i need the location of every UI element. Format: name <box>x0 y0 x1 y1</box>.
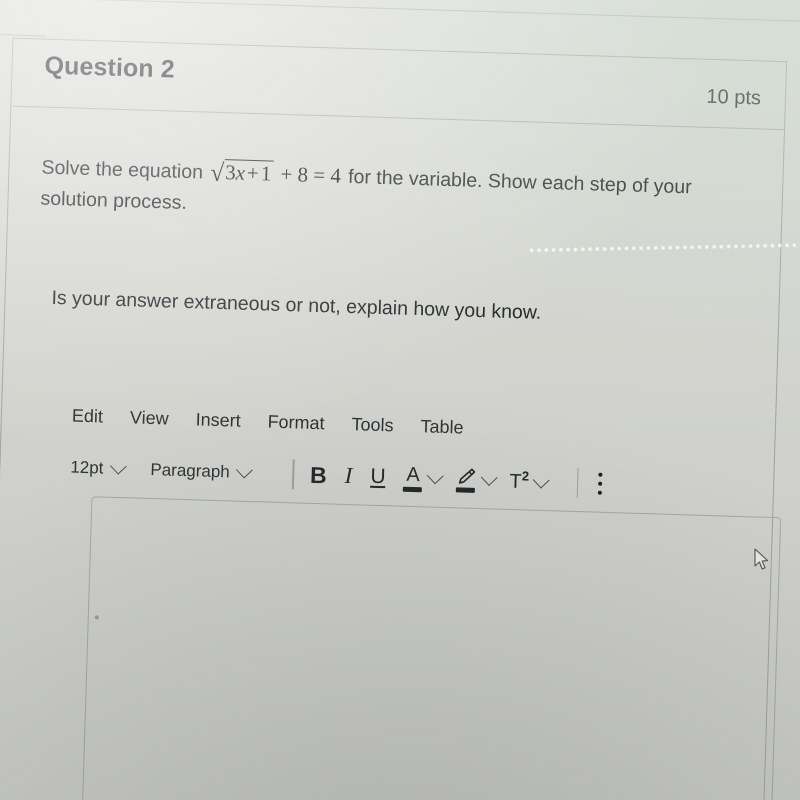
chevron-down-icon <box>481 469 499 486</box>
kebab-dot <box>597 490 603 495</box>
kebab-dot <box>598 481 603 486</box>
font-size-value: 12pt <box>70 457 104 478</box>
math-tail: + 8 = 4 <box>274 161 342 188</box>
underline-button[interactable]: U <box>370 465 386 489</box>
highlight-swatch-bar <box>456 486 476 493</box>
prompt-lead-text: Solve the equation <box>41 156 204 184</box>
screen-photo: Question 2 10 pts Solve the equation √3x… <box>0 0 800 800</box>
chevron-down-icon <box>236 461 254 479</box>
highlight-color-button[interactable] <box>455 467 499 493</box>
menu-item-format[interactable]: Format <box>267 412 325 435</box>
pen-glyph <box>459 468 476 484</box>
square-root-icon: √3x+1 <box>208 157 274 190</box>
superscript-exponent: 2 <box>521 468 530 484</box>
page-rule-top <box>0 0 800 24</box>
font-size-select[interactable]: 12pt <box>70 457 127 480</box>
color-swatch-bar <box>403 486 423 492</box>
answer-editor[interactable] <box>78 496 782 800</box>
menu-item-edit[interactable]: Edit <box>72 406 104 428</box>
highlighter-pen-icon <box>455 467 477 493</box>
kebab-dot <box>598 472 603 477</box>
superscript-button[interactable]: T2 <box>509 468 550 495</box>
ui-surface: Question 2 10 pts Solve the equation √3x… <box>0 0 800 800</box>
math-expression: √3x+1 + 8 = 4 <box>208 157 349 190</box>
question-prompt: Solve the equation √3x+1 + 8 = 4 for the… <box>40 152 739 236</box>
mouse-cursor <box>754 548 769 570</box>
bold-button[interactable]: B <box>310 461 327 488</box>
text-color-button[interactable]: A <box>403 463 445 492</box>
chevron-down-icon <box>532 471 550 489</box>
block-format-select[interactable]: Paragraph <box>150 459 254 483</box>
superscript-letter: T <box>509 470 523 494</box>
editor-menubar: Edit View Insert Format Tools Table <box>72 406 464 439</box>
toolbar-divider <box>576 468 579 499</box>
chevron-down-icon <box>427 467 445 485</box>
superscript-glyph: T2 <box>509 468 529 494</box>
menu-item-view[interactable]: View <box>130 407 169 429</box>
editor-toolbar: 12pt Paragraph B I U A T2 <box>70 453 603 499</box>
menu-item-insert[interactable]: Insert <box>195 409 241 431</box>
editor-input[interactable] <box>80 497 780 800</box>
question-body: Solve the equation √3x+1 + 8 = 4 for the… <box>5 107 784 337</box>
menu-item-table[interactable]: Table <box>420 416 464 438</box>
question-followup-prompt: Is your answer extraneous or not, explai… <box>51 286 542 324</box>
chevron-down-icon <box>110 457 127 475</box>
points-badge: 10 pts <box>706 85 762 110</box>
page-rule-second <box>0 33 47 37</box>
page-title: Question 2 <box>44 51 176 84</box>
block-format-value: Paragraph <box>150 459 231 482</box>
text-color-icon: A <box>403 463 423 492</box>
italic-button[interactable]: I <box>344 463 352 489</box>
kebab-menu-icon[interactable] <box>597 472 603 495</box>
radical-glyph: √ <box>209 159 225 188</box>
question-card: Question 2 10 pts Solve the equation √3x… <box>0 37 788 800</box>
dust-speck <box>94 615 99 620</box>
toolbar-divider <box>292 459 295 490</box>
radicand: 3x+1 <box>223 159 274 186</box>
menu-item-tools[interactable]: Tools <box>351 414 394 436</box>
text-color-letter: A <box>406 463 421 486</box>
